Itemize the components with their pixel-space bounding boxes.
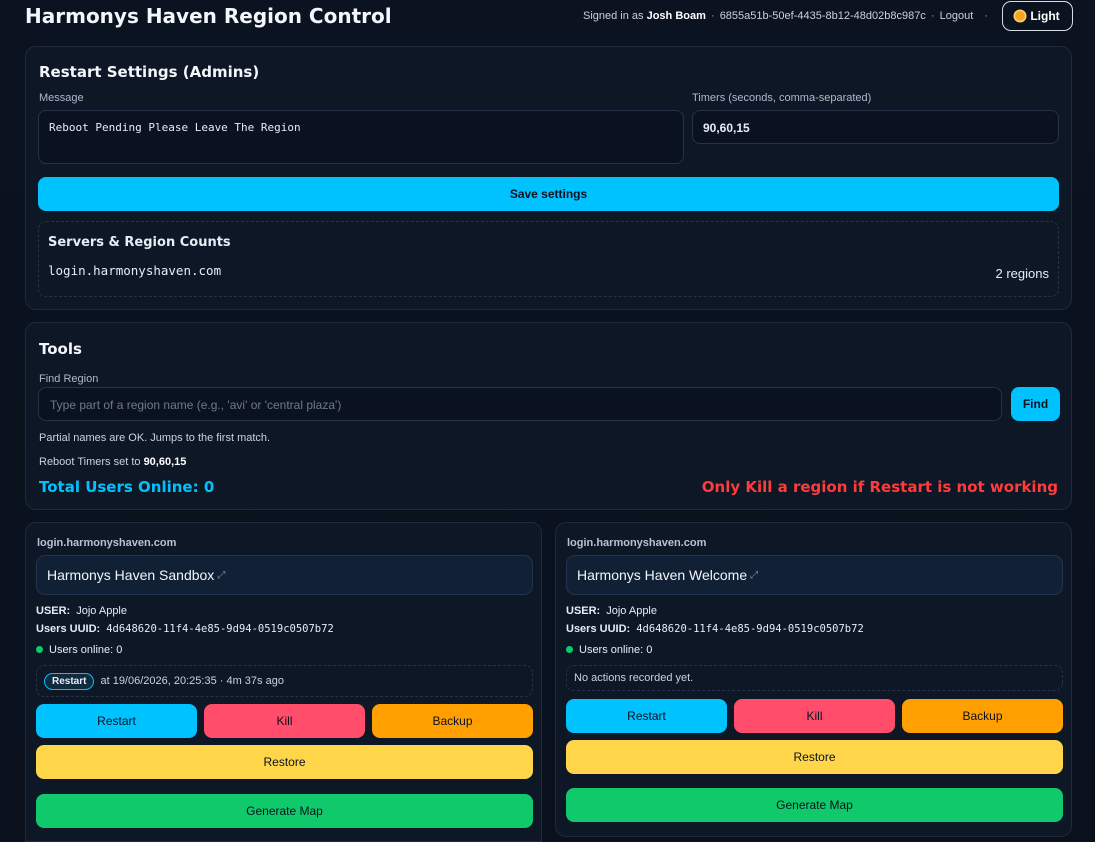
region-uuid: Users UUID: 4d648620-11f4-4e85-9d94-0519c… <box>566 623 864 635</box>
reboot-timers-prefix: Reboot Timers set to <box>39 456 141 468</box>
theme-toggle-button[interactable]: Light <box>1002 1 1073 31</box>
region-user: USER: Jojo Apple <box>566 605 657 617</box>
servers-panel: Servers & Region Counts login.harmonysha… <box>38 221 1059 297</box>
find-region-placeholder: Type part of a region name (e.g., 'avi' … <box>50 398 342 412</box>
backup-button[interactable]: Backup <box>902 699 1063 733</box>
region-name-link[interactable]: Harmonys Haven Welcome ⤢ <box>566 555 1063 595</box>
message-label: Message <box>39 92 84 104</box>
kill-button[interactable]: Kill <box>734 699 895 733</box>
region-uuid: Users UUID: 4d648620-11f4-4e85-9d94-0519c… <box>36 623 334 635</box>
restart-button[interactable]: Restart <box>566 699 727 733</box>
uuid-value: 4d648620-11f4-4e85-9d94-0519c0507b72 <box>106 623 334 635</box>
action-history: No actions recorded yet. <box>566 665 1063 691</box>
timers-input[interactable]: 90,60,15 <box>692 110 1059 144</box>
action-history: Restart at 19/06/2026, 20:25:35 · 4m 37s… <box>36 665 533 697</box>
reboot-timers-value: 90,60,15 <box>143 456 187 468</box>
server-host: login.harmonyshaven.com <box>48 263 222 278</box>
restore-button[interactable]: Restore <box>566 740 1063 774</box>
region-name-link[interactable]: Harmonys Haven Sandbox ⤢ <box>36 555 533 595</box>
region-online: Users online: 0 <box>36 644 122 656</box>
find-region-label: Find Region <box>39 373 99 385</box>
sun-icon <box>1015 11 1026 21</box>
generate-map-button[interactable]: Generate Map <box>566 788 1063 822</box>
external-link-icon: ⤢ <box>217 569 226 581</box>
tools-card: Tools Find Region Type part of a region … <box>25 322 1072 510</box>
online-status-dot <box>566 646 573 653</box>
save-settings-button[interactable]: Save settings <box>38 177 1059 211</box>
signed-in-user: Josh Boam <box>646 10 706 22</box>
online-count: Users online: 0 <box>579 644 653 656</box>
signed-in-info: Signed in as Josh Boam · 6855a51b-50ef-4… <box>582 10 988 22</box>
tools-title: Tools <box>39 340 82 358</box>
online-count: Users online: 0 <box>49 644 123 656</box>
last-action-badge: Restart <box>44 672 95 690</box>
backup-button[interactable]: Backup <box>372 704 533 738</box>
servers-title: Servers & Region Counts <box>48 235 231 250</box>
user-label: USER: <box>566 605 601 617</box>
timers-label: Timers (seconds, comma-separated) <box>692 92 872 104</box>
find-button[interactable]: Find <box>1011 387 1060 421</box>
server-region-count: 2 regions <box>995 266 1049 281</box>
theme-toggle-label: Light <box>1030 9 1060 23</box>
region-name: Harmonys Haven Sandbox <box>47 567 215 583</box>
logout-link[interactable]: Logout <box>940 10 974 22</box>
region-online: Users online: 0 <box>566 644 652 656</box>
region-card-sandbox: login.harmonyshaven.com Harmonys Haven S… <box>25 522 542 842</box>
uuid-label: Users UUID: <box>566 623 631 635</box>
restore-button[interactable]: Restore <box>36 745 533 779</box>
region-user: USER: Jojo Apple <box>36 605 127 617</box>
last-action-text: No actions recorded yet. <box>574 672 694 684</box>
generate-map-button[interactable]: Generate Map <box>36 794 533 828</box>
message-textarea[interactable]: Reboot Pending Please Leave The Region <box>38 110 684 164</box>
kill-button[interactable]: Kill <box>204 704 365 738</box>
find-region-input[interactable]: Type part of a region name (e.g., 'avi' … <box>38 387 1002 421</box>
find-hint: Partial names are OK. Jumps to the first… <box>39 432 271 444</box>
signed-in-uuid: 6855a51b-50ef-4435-8b12-48d02b8c987c <box>719 10 926 22</box>
restart-settings-title: Restart Settings (Admins) <box>39 63 260 81</box>
total-users-online: Total Users Online: 0 <box>39 478 215 496</box>
user-value: Jojo Apple <box>606 605 657 617</box>
region-card-welcome: login.harmonyshaven.com Harmonys Haven W… <box>555 522 1072 837</box>
user-label: USER: <box>36 605 71 617</box>
uuid-label: Users UUID: <box>36 623 101 635</box>
region-name: Harmonys Haven Welcome <box>577 567 748 583</box>
last-action-text: at 19/06/2026, 20:25:35 · 4m 37s ago <box>100 675 284 687</box>
kill-warning: Only Kill a region if Restart is not wor… <box>701 478 1058 496</box>
online-status-dot <box>36 646 43 653</box>
page-title: Harmonys Haven Region Control <box>25 4 392 28</box>
region-host: login.harmonyshaven.com <box>37 537 177 549</box>
external-link-icon: ⤢ <box>750 569 759 581</box>
reboot-timers-status: Reboot Timers set to 90,60,15 <box>39 456 186 468</box>
restart-settings-card: Restart Settings (Admins) Message Reboot… <box>25 46 1072 310</box>
restart-button[interactable]: Restart <box>36 704 197 738</box>
signed-in-prefix: Signed in as <box>582 10 644 22</box>
top-bar: Harmonys Haven Region Control Signed in … <box>0 0 1095 34</box>
uuid-value: 4d648620-11f4-4e85-9d94-0519c0507b72 <box>636 623 864 635</box>
region-host: login.harmonyshaven.com <box>567 537 707 549</box>
user-value: Jojo Apple <box>76 605 127 617</box>
